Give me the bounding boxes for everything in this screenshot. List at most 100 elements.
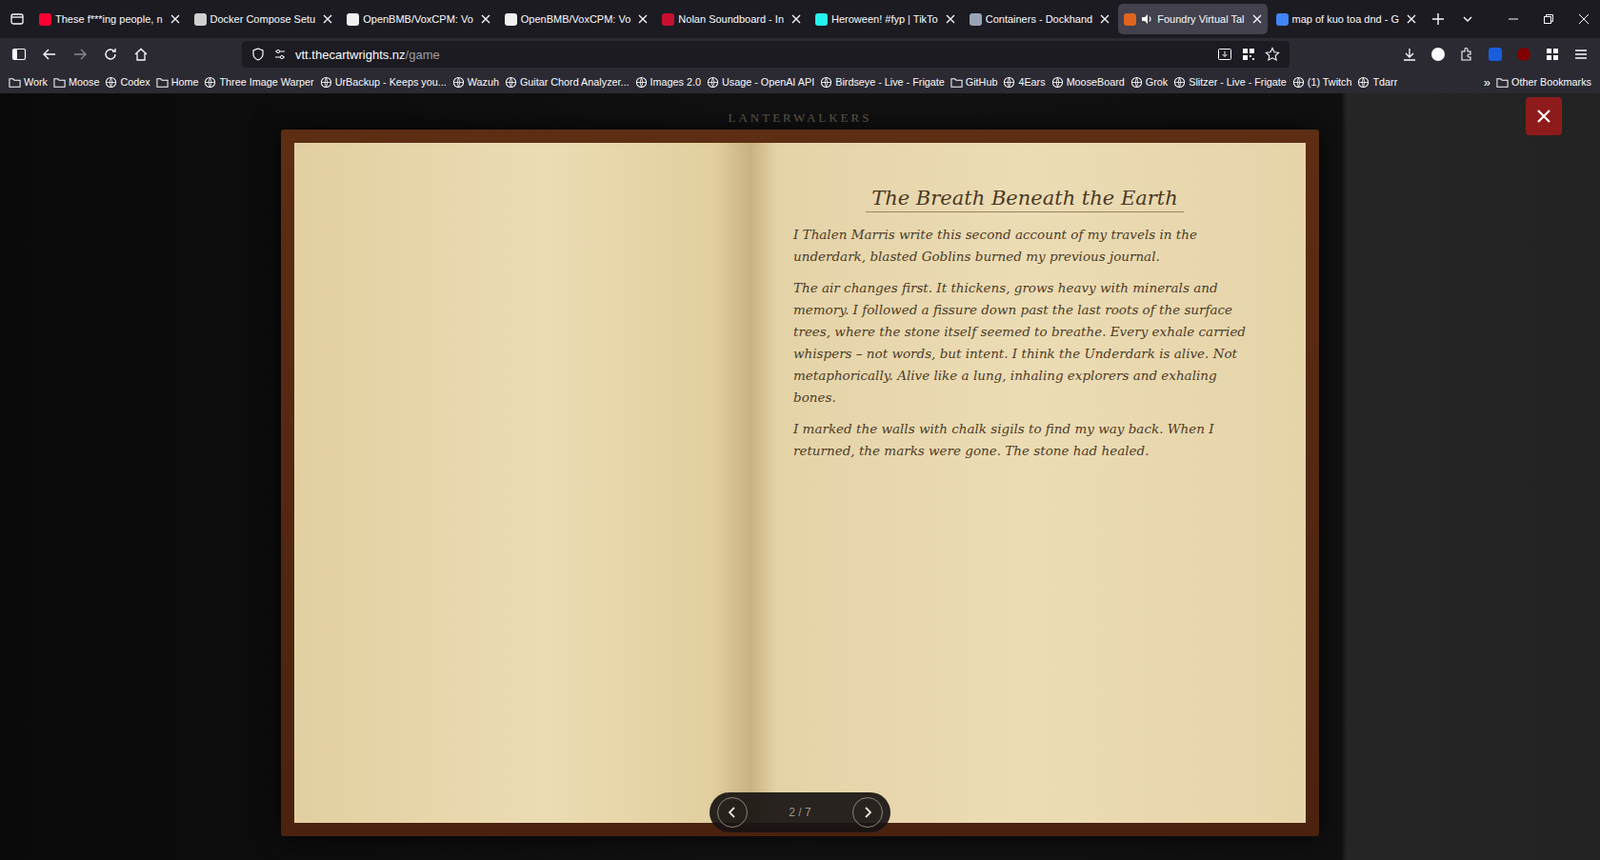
tab-overflow-icon[interactable] [1454, 5, 1481, 33]
download-icon[interactable] [1396, 40, 1423, 68]
journal-header: LANTERWALKERS [728, 110, 873, 126]
qr-code-icon[interactable] [1240, 46, 1257, 62]
close-tab-icon[interactable] [170, 14, 180, 24]
browser-tab[interactable]: Heroween! #fyp | TikTo [809, 3, 961, 35]
globe-icon [104, 76, 118, 89]
bookmark[interactable]: MooseBoard [1048, 76, 1128, 89]
close-tab-icon[interactable] [1100, 14, 1110, 24]
url-bar[interactable]: vtt.thecartwrights.nz/game [241, 40, 1290, 68]
nav-bar: vtt.thecartwrights.nz/game [0, 38, 1600, 71]
favicon-icon [346, 13, 360, 26]
bookmark[interactable]: Grok [1127, 76, 1171, 89]
bookmarks-bar: WorkMooseCodexHomeThree Image WarperUrBa… [0, 70, 1600, 94]
globe-icon [1357, 76, 1370, 89]
menu-icon[interactable] [1567, 40, 1595, 68]
globe-icon [1173, 76, 1186, 89]
favicon-icon [39, 13, 52, 26]
shield-icon[interactable] [251, 47, 265, 61]
journal-paragraph: The air changes first. It thickens, grow… [793, 277, 1257, 409]
bookmark[interactable]: GitHub [947, 76, 1001, 89]
close-tab-icon[interactable] [1252, 14, 1262, 24]
previous-page-icon[interactable] [717, 797, 748, 828]
folder-icon [950, 76, 963, 89]
browser-window: These f***ing people, n Docker Compose Se… [0, 0, 1600, 860]
forward-icon[interactable] [66, 40, 94, 68]
close-journal-icon[interactable] [1525, 97, 1562, 136]
browser-tab[interactable]: OpenBMB/VoxCPM: Vo [499, 3, 655, 35]
new-tab-icon[interactable] [1424, 5, 1452, 33]
grid-icon[interactable] [1539, 40, 1566, 68]
restore-icon[interactable] [1532, 0, 1565, 39]
favicon-icon [1276, 13, 1289, 26]
star-icon[interactable] [1264, 46, 1280, 62]
bookmark[interactable]: Wazuh [449, 76, 502, 89]
bookmark[interactable]: Three Image Warper [200, 76, 317, 89]
bookmark[interactable]: 4Ears [1000, 76, 1048, 89]
bookmark[interactable]: Codex [101, 76, 153, 89]
globe-icon [706, 76, 720, 89]
close-tab-icon[interactable] [1406, 14, 1417, 24]
minimize-icon[interactable] [1497, 0, 1530, 39]
site-settings-icon[interactable] [273, 47, 287, 61]
globe-icon [820, 76, 833, 89]
extensions-icon[interactable] [1453, 40, 1480, 68]
bookmark[interactable]: (1) Twitch [1289, 76, 1356, 89]
bookmark[interactable]: Birdseye - Live - Frigate [817, 76, 948, 89]
bookmark[interactable]: Tdarr [1354, 76, 1400, 89]
next-page-icon[interactable] [852, 797, 883, 828]
close-tab-icon[interactable] [791, 14, 801, 24]
bookmark[interactable]: Slitzer - Live - Frigate [1170, 76, 1290, 89]
page-navigator: 2 / 7 [709, 792, 891, 833]
bookmark[interactable]: Moose [50, 76, 102, 89]
tab-list-icon[interactable] [3, 5, 31, 33]
tab-label: OpenBMB/VoxCPM: Vo [520, 13, 632, 25]
globe-icon [1051, 76, 1064, 89]
game-view: LANTERWALKERS The Breath Beneath the Eart… [0, 93, 1600, 860]
bitwarden-icon[interactable] [1481, 40, 1509, 68]
globe-icon [452, 76, 465, 89]
journal-title: The Breath Beneath the Earth [865, 186, 1184, 213]
speaker-icon[interactable] [1140, 12, 1154, 26]
browser-tab[interactable]: Nolan Soundboard - In [656, 3, 807, 35]
browser-tab[interactable]: Docker Compose Setu [188, 3, 340, 35]
favicon-icon [661, 13, 675, 26]
browser-tab[interactable]: OpenBMB/VoxCPM: Vo [340, 3, 497, 35]
bookmark[interactable]: Home [153, 76, 202, 89]
close-tab-icon[interactable] [945, 14, 956, 24]
save-page-icon[interactable] [1217, 46, 1233, 62]
bookmark[interactable]: Guitar Chord Analyzer... [501, 76, 633, 89]
tab-label: map of kuo toa dnd - G [1292, 13, 1400, 25]
close-tab-icon[interactable] [638, 14, 648, 24]
browser-tab[interactable]: Containers - Dockhand [963, 3, 1117, 35]
page-indicator: 2 / 7 [788, 805, 811, 820]
reload-icon[interactable] [97, 40, 124, 68]
folder-icon [53, 76, 66, 89]
account-icon[interactable] [1424, 40, 1452, 68]
close-tab-icon[interactable] [480, 14, 491, 24]
tab-label: Docker Compose Setu [210, 13, 317, 25]
bookmark[interactable]: Images 2.0 [632, 76, 704, 89]
close-window-icon[interactable] [1567, 0, 1600, 39]
globe-icon [1292, 76, 1305, 89]
back-icon[interactable] [36, 40, 63, 68]
browser-tab[interactable]: These f***ing people, n [33, 3, 186, 35]
globe-icon [504, 76, 518, 89]
other-bookmarks[interactable]: Other Bookmarks [1493, 76, 1595, 89]
tab-label: Foundry Virtual Tal [1157, 13, 1244, 25]
right-page: The Breath Beneath the EarthI Thalen Mar… [749, 142, 1306, 823]
home-icon[interactable] [127, 40, 155, 68]
favicon-icon [194, 13, 207, 26]
bookmark[interactable]: Usage - OpenAI API [703, 76, 818, 89]
bookmark[interactable]: UrBackup - Keeps you... [317, 76, 450, 89]
ublock-icon[interactable] [1510, 40, 1538, 68]
url-text: vtt.thecartwrights.nz/game [295, 47, 440, 62]
close-tab-icon[interactable] [322, 14, 333, 24]
folder-icon [8, 76, 21, 89]
browser-tab[interactable]: Foundry Virtual Tal [1118, 3, 1267, 35]
bookmark[interactable]: Work [5, 76, 51, 89]
browser-tab[interactable]: map of kuo toa dnd - G [1270, 3, 1423, 35]
globe-icon [320, 76, 333, 89]
bookmarks-overflow[interactable]: » [1480, 75, 1494, 90]
tab-label: These f***ing people, n [55, 13, 163, 25]
sidebar-icon[interactable] [5, 40, 33, 68]
